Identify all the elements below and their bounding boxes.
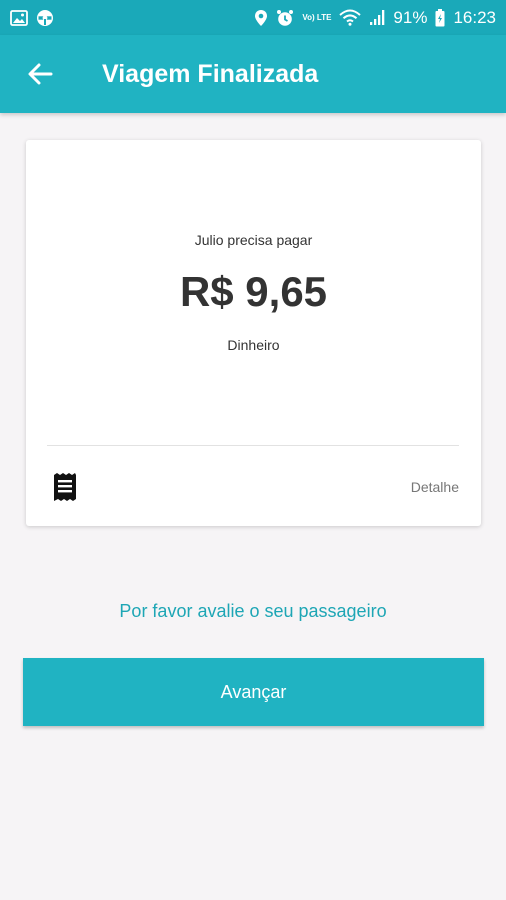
- clock: 16:23: [453, 7, 496, 27]
- payment-card: Julio precisa pagar R$ 9,65 Dinheiro Det…: [26, 140, 481, 526]
- alarm-icon: [276, 9, 294, 27]
- location-icon: [254, 9, 268, 27]
- battery-icon: [435, 8, 445, 27]
- payment-amount: R$ 9,65: [179, 268, 328, 315]
- status-bar: Vo) LTE 91% 16:23: [0, 0, 506, 35]
- volte-icon: Vo) LTE: [302, 12, 332, 22]
- signal-icon: [369, 9, 385, 26]
- advance-button[interactable]: Avançar: [23, 658, 484, 726]
- payment-subtitle: Julio precisa pagar: [194, 232, 313, 248]
- battery-percent: 91%: [393, 7, 428, 27]
- back-button[interactable]: [20, 54, 60, 94]
- page-title: Viagem Finalizada: [102, 59, 319, 88]
- detail-link[interactable]: Detalhe: [411, 479, 459, 495]
- status-bar-left: [10, 9, 54, 27]
- app-bar: Viagem Finalizada: [0, 35, 506, 113]
- image-icon: [10, 9, 28, 26]
- rate-passenger-link[interactable]: Por favor avalie o seu passageiro: [0, 601, 506, 622]
- arrow-back-icon: [28, 63, 53, 85]
- receipt-icon[interactable]: [53, 473, 77, 501]
- wifi-icon: [339, 9, 362, 26]
- card-divider: [47, 445, 459, 446]
- status-bar-right: Vo) LTE 91% 16:23: [254, 8, 496, 28]
- steering-wheel-icon: [36, 9, 54, 27]
- payment-method: Dinheiro: [227, 337, 280, 353]
